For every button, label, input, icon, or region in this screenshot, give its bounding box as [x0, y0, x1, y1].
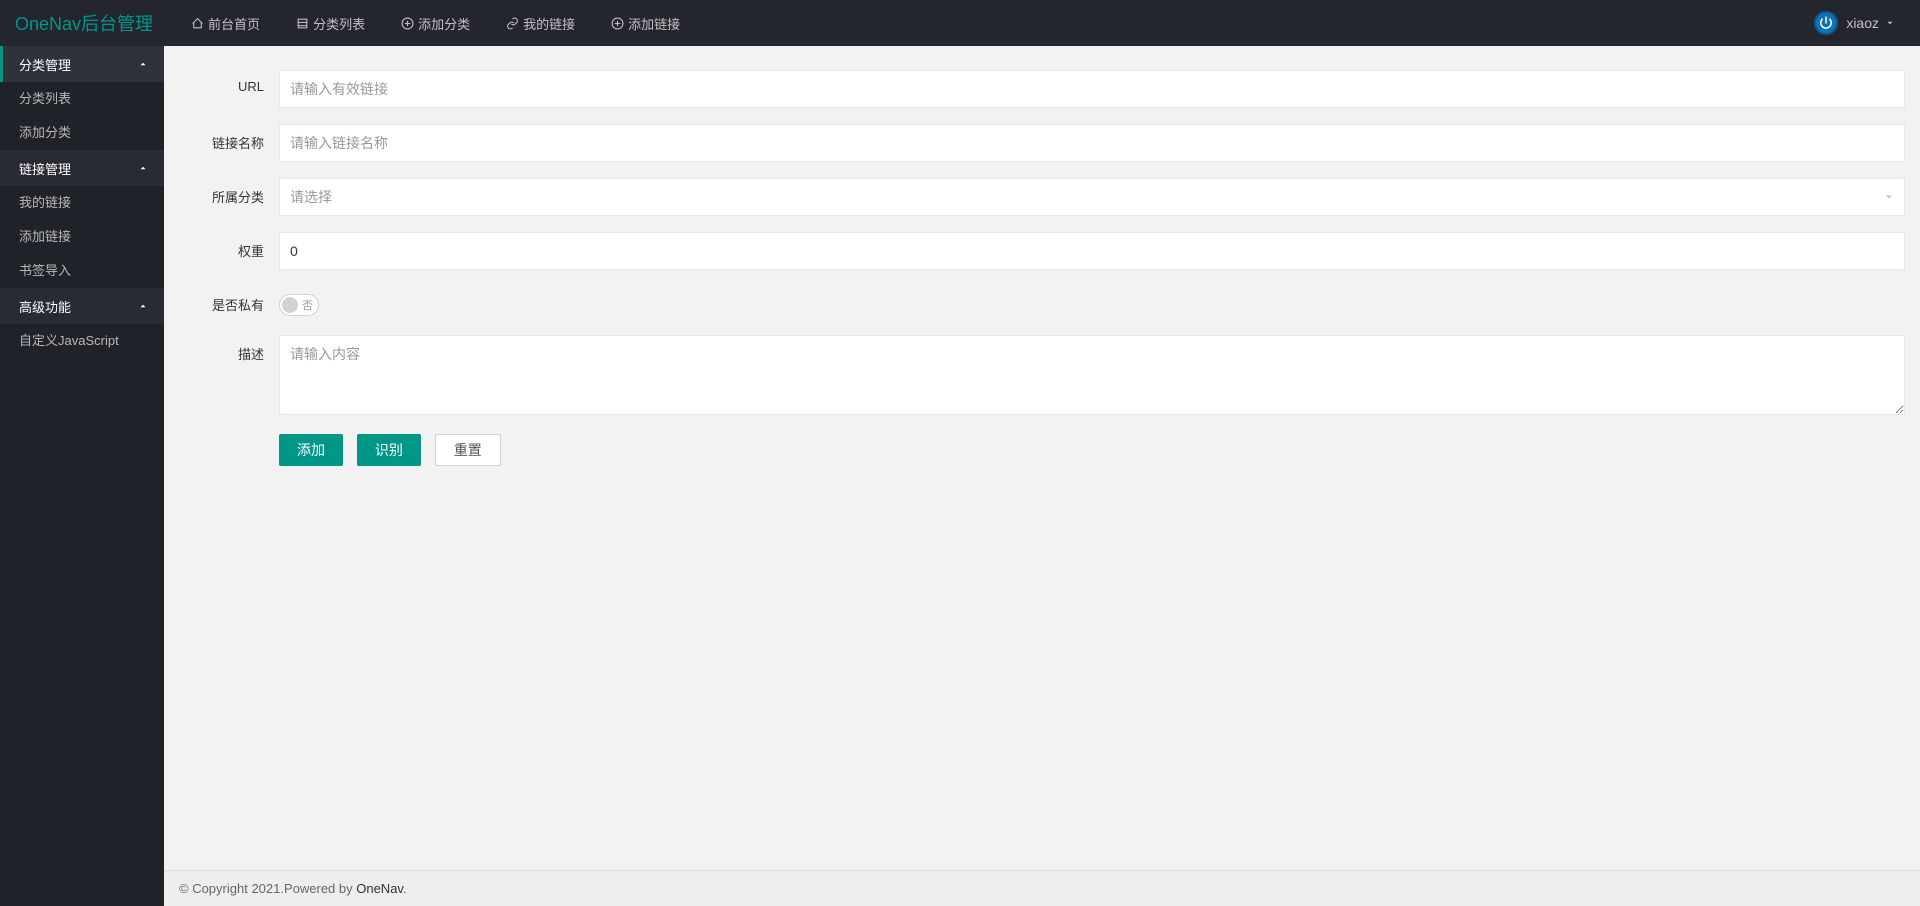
- private-toggle[interactable]: 否: [279, 294, 319, 316]
- sidebar-item-add-category[interactable]: 添加分类: [0, 116, 164, 150]
- sidebar-item-import-bookmark[interactable]: 书签导入: [0, 254, 164, 288]
- switch-knob: [282, 297, 298, 313]
- nav-label: 添加分类: [418, 14, 470, 33]
- switch-off-text: 否: [302, 297, 313, 313]
- chevron-up-icon: [138, 301, 148, 311]
- label-description: 描述: [179, 335, 279, 363]
- label-name: 链接名称: [179, 124, 279, 152]
- footer-suffix: .: [403, 881, 407, 896]
- label-private: 是否私有: [179, 286, 279, 314]
- avatar: [1814, 11, 1838, 35]
- label-weight: 权重: [179, 232, 279, 260]
- content: URL 链接名称 所属分类 请选择 权重 是否私有: [164, 46, 1920, 906]
- recognize-button[interactable]: 识别: [357, 434, 421, 466]
- url-input[interactable]: [279, 70, 1905, 108]
- chevron-down-icon: [1883, 191, 1895, 203]
- plus-circle-icon: [611, 17, 624, 30]
- label-url: URL: [179, 70, 279, 94]
- sidebar-group-label: 链接管理: [19, 159, 71, 178]
- power-icon: [1819, 16, 1833, 30]
- nav-home[interactable]: 前台首页: [173, 0, 278, 46]
- sidebar-group-category[interactable]: 分类管理: [0, 46, 164, 82]
- description-textarea[interactable]: [279, 335, 1905, 415]
- sidebar: 分类管理 分类列表 添加分类 链接管理 我的链接 添加链接 书签导入 高级功能 …: [0, 46, 164, 906]
- label-category: 所属分类: [179, 178, 279, 206]
- home-icon: [191, 17, 204, 30]
- header: OneNav后台管理 前台首页 分类列表 添加分类 我的链接 添加链接 xiao…: [0, 0, 1920, 46]
- sidebar-item-add-link[interactable]: 添加链接: [0, 220, 164, 254]
- nav-add-link[interactable]: 添加链接: [593, 0, 698, 46]
- add-button[interactable]: 添加: [279, 434, 343, 466]
- sidebar-group-advanced[interactable]: 高级功能: [0, 288, 164, 324]
- list-icon: [296, 17, 309, 30]
- footer: © Copyright 2021.Powered by OneNav.: [164, 870, 1920, 906]
- chevron-up-icon: [138, 163, 148, 173]
- plus-circle-icon: [401, 17, 414, 30]
- sidebar-group-links[interactable]: 链接管理: [0, 150, 164, 186]
- nav-label: 前台首页: [208, 14, 260, 33]
- logo[interactable]: OneNav后台管理: [15, 10, 153, 36]
- weight-input[interactable]: [279, 232, 1905, 270]
- nav-label: 添加链接: [628, 14, 680, 33]
- chevron-down-icon: [1885, 18, 1895, 28]
- nav-label: 我的链接: [523, 14, 575, 33]
- username: xiaoz: [1846, 15, 1879, 31]
- sidebar-item-category-list[interactable]: 分类列表: [0, 82, 164, 116]
- footer-copyright: © Copyright 2021.Powered by: [179, 881, 356, 896]
- form-add-link: URL 链接名称 所属分类 请选择 权重 是否私有: [164, 46, 1920, 870]
- reset-button[interactable]: 重置: [435, 434, 501, 466]
- sidebar-item-my-links[interactable]: 我的链接: [0, 186, 164, 220]
- top-nav: 前台首页 分类列表 添加分类 我的链接 添加链接: [173, 0, 1804, 46]
- nav-label: 分类列表: [313, 14, 365, 33]
- nav-add-category[interactable]: 添加分类: [383, 0, 488, 46]
- chevron-up-icon: [138, 59, 148, 69]
- footer-link[interactable]: OneNav: [356, 881, 403, 896]
- nav-my-links[interactable]: 我的链接: [488, 0, 593, 46]
- sidebar-group-label: 高级功能: [19, 297, 71, 316]
- category-select[interactable]: 请选择: [279, 178, 1905, 216]
- sidebar-group-label: 分类管理: [19, 55, 71, 74]
- nav-category-list[interactable]: 分类列表: [278, 0, 383, 46]
- link-name-input[interactable]: [279, 124, 1905, 162]
- sidebar-item-custom-js[interactable]: 自定义JavaScript: [0, 324, 164, 358]
- link-icon: [506, 17, 519, 30]
- user-menu[interactable]: xiaoz: [1804, 11, 1905, 35]
